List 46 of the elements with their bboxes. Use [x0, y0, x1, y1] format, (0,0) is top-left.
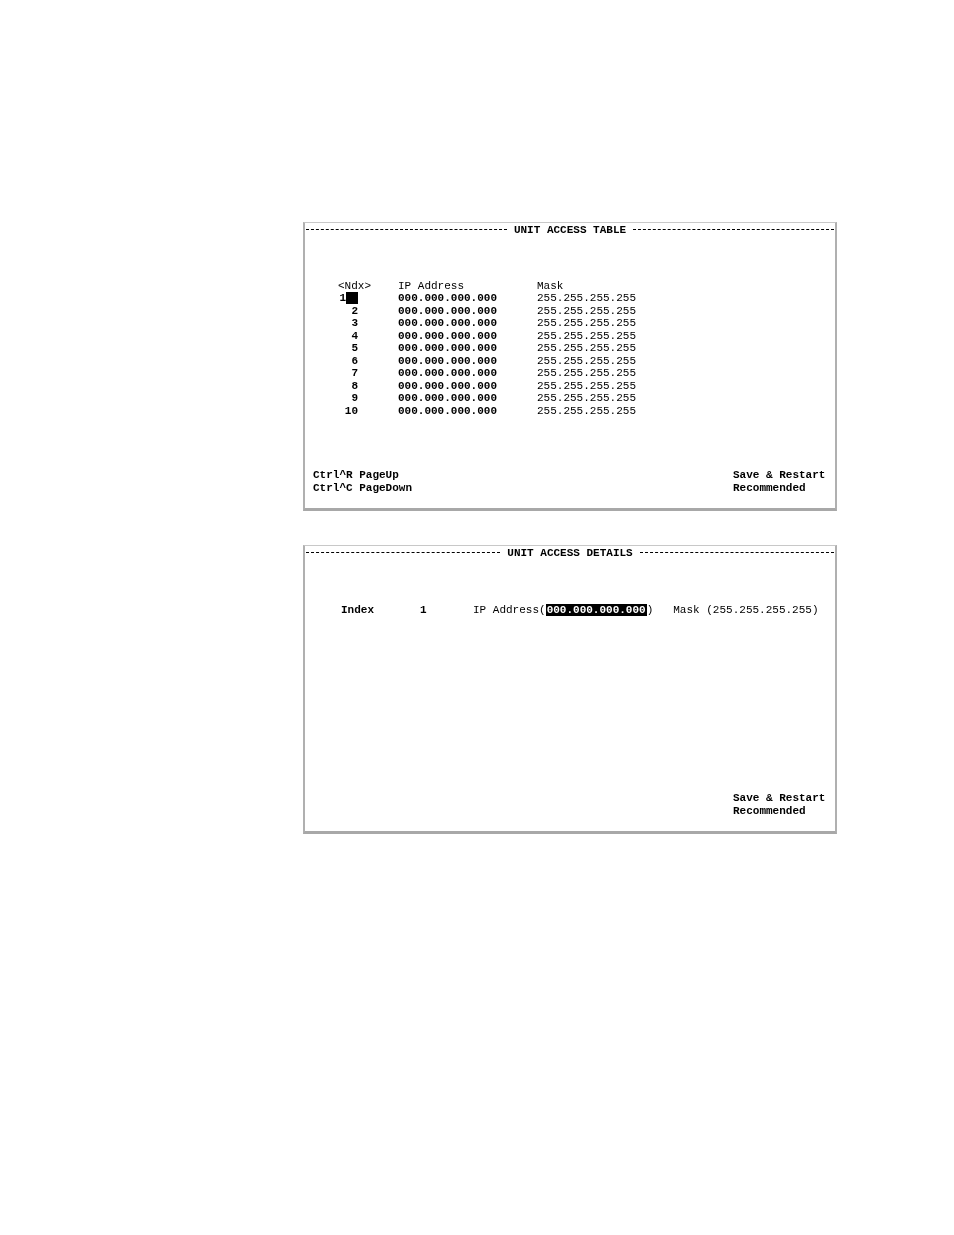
screen-title: UNIT ACCESS DETAILS: [507, 547, 633, 560]
table-cell: 255.255.255.255: [537, 392, 637, 405]
table-cell-text: 000.000.000.000: [398, 317, 499, 330]
shortcut-hint: Ctrl^R PageUp: [313, 469, 400, 482]
index-cell[interactable]: 4: [351, 329, 358, 342]
mask-text: Mask (255.255.255.255): [673, 603, 819, 616]
column-header: <Ndx>: [338, 279, 372, 292]
index-cell[interactable]: 8: [351, 379, 358, 392]
table-cell: 255.255.255.255: [537, 304, 637, 317]
notice-text: Save & Restart: [733, 792, 827, 805]
table-cell-text: 000.000.000.000: [398, 304, 499, 317]
index-cell[interactable]: 5: [351, 342, 358, 355]
column-header: Mask: [537, 279, 565, 292]
table-cell-text: 000.000.000.000: [398, 329, 499, 342]
table-cell: 255.255.255.255: [537, 379, 637, 392]
field-label: Index: [341, 603, 375, 616]
field-value: 1: [420, 603, 428, 616]
index-cell[interactable]: 6: [351, 354, 358, 367]
table-cell-text: 000.000.000.000: [398, 292, 499, 305]
table-cell-text: 000.000.000.000: [398, 379, 499, 392]
table-cell: 255.255.255.255: [537, 329, 637, 342]
column-header: IP Address: [398, 279, 465, 292]
notice-text: Recommended: [733, 804, 807, 817]
table-cell: 255.255.255.255: [537, 292, 637, 305]
ip-address-field[interactable]: 000.000.000.000: [545, 603, 647, 616]
table-cell-text: 000.000.000.000: [398, 367, 499, 380]
index-cell[interactable]: 7: [351, 367, 358, 380]
notice-text: Save & Restart: [733, 469, 827, 482]
index-cell[interactable]: 2: [351, 304, 358, 317]
index-cell[interactable]: 9: [351, 392, 358, 405]
shortcut-hint: Ctrl^C PageDown: [313, 481, 413, 494]
table-cell: 255.255.255.255: [537, 367, 637, 380]
screen-title: UNIT ACCESS TABLE: [513, 224, 627, 237]
table-cell-text: 000.000.000.000: [398, 354, 499, 367]
table-cell: 255.255.255.255: [537, 354, 637, 367]
table-cell: 255.255.255.255: [537, 404, 637, 417]
table-cell-text: 000.000.000.000: [398, 342, 499, 355]
notice-text: Recommended: [733, 481, 807, 494]
table-cell-text: 000.000.000.000: [398, 404, 499, 417]
field-label: ): [646, 603, 654, 616]
table-cell: 255.255.255.255: [537, 342, 637, 355]
field-label: IP Address(: [473, 603, 546, 616]
index-cell[interactable]: 10: [344, 404, 358, 417]
index-cell[interactable]: 3: [351, 317, 358, 330]
table-cell-text: 000.000.000.000: [398, 392, 499, 405]
table-cell: 255.255.255.255: [537, 317, 637, 330]
